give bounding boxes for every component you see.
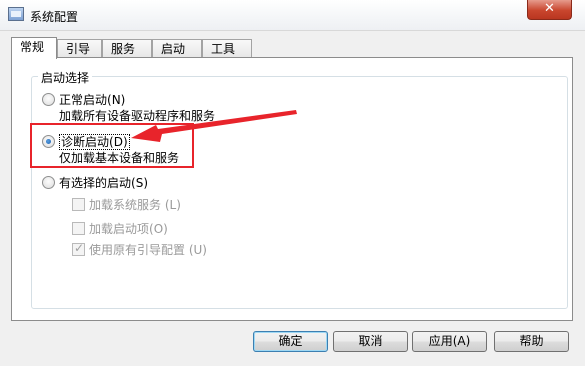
load-system-services-text: 加载系统服务 xyxy=(89,198,162,212)
tab-startup[interactable]: 启动 xyxy=(152,39,202,58)
selective-startup-text: 有选择的启动 xyxy=(59,176,132,190)
load-startup-items-text: 加载启动项 xyxy=(89,222,150,236)
title-bar: 系统配置 ✕ xyxy=(0,0,585,31)
load-startup-items-checkbox[interactable] xyxy=(72,222,85,235)
diagnostic-startup-radio[interactable] xyxy=(42,135,55,148)
selective-startup-label[interactable]: 有选择的启动(S) xyxy=(59,174,148,191)
general-tab-panel: 启动选择 正常启动(N) 加载所有设备驱动程序和服务 诊断启动(D) 仅加载基本… xyxy=(11,57,573,321)
normal-startup-text: 正常启动 xyxy=(59,93,108,107)
window-title: 系统配置 xyxy=(30,10,79,24)
close-button[interactable]: ✕ xyxy=(527,0,572,20)
apply-button[interactable]: 应用(A) xyxy=(412,331,487,352)
tab-services[interactable]: 服务 xyxy=(102,39,152,58)
diagnostic-startup-desc: 仅加载基本设备和服务 xyxy=(59,151,180,165)
diagnostic-startup-key: (D) xyxy=(109,135,128,149)
selective-startup-radio[interactable] xyxy=(42,176,55,189)
help-button[interactable]: 帮助 xyxy=(494,331,569,352)
use-original-boot-config-text: 使用原有引导配置 xyxy=(89,243,186,257)
use-original-boot-config-checkbox[interactable] xyxy=(72,241,85,256)
startup-selection-label: 启动选择 xyxy=(38,69,93,86)
tab-tools[interactable]: 工具 xyxy=(202,39,252,58)
load-startup-items-label: 加载启动项(O) xyxy=(89,220,168,237)
annotation-arrow-icon xyxy=(131,110,297,142)
system-config-icon xyxy=(8,7,24,21)
normal-startup-label[interactable]: 正常启动(N) xyxy=(59,91,125,108)
diagnostic-startup-focus: 诊断启动(D) xyxy=(59,134,130,150)
diagnostic-startup-label[interactable]: 诊断启动(D) xyxy=(59,133,130,150)
diagnostic-startup-text: 诊断启动 xyxy=(61,135,110,149)
use-original-boot-config-key: (U) xyxy=(188,243,207,257)
load-system-services-checkbox[interactable] xyxy=(72,198,85,211)
tab-boot[interactable]: 引导 xyxy=(57,39,102,58)
normal-startup-radio[interactable] xyxy=(42,93,55,106)
cancel-button[interactable]: 取消 xyxy=(333,331,408,352)
use-original-boot-config-label: 使用原有引导配置 (U) xyxy=(89,241,207,258)
tab-general[interactable]: 常规 xyxy=(11,37,57,59)
normal-startup-key: (N) xyxy=(107,93,126,107)
ok-button[interactable]: 确定 xyxy=(253,331,328,352)
selective-startup-key: (S) xyxy=(131,176,148,190)
load-startup-items-key: (O) xyxy=(149,222,168,236)
load-system-services-label: 加载系统服务 (L) xyxy=(89,196,181,213)
load-system-services-key: (L) xyxy=(164,198,181,212)
